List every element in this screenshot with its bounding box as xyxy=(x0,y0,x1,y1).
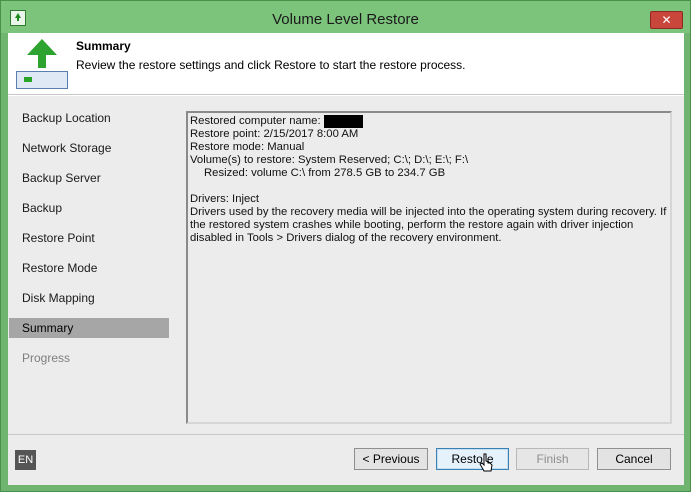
restore-volume-icon xyxy=(16,39,68,89)
step-backup-server[interactable]: Backup Server xyxy=(9,168,169,188)
computer-name-line: Restored computer name: xyxy=(190,115,668,128)
cancel-button[interactable]: Cancel xyxy=(597,448,671,470)
step-progress: Progress xyxy=(22,351,71,365)
page-title: Summary xyxy=(76,39,131,53)
restore-point-line: Restore point: 2/15/2017 8:00 AM xyxy=(190,128,359,140)
volumes-line: Volume(s) to restore: System Reserved; C… xyxy=(190,154,469,166)
step-summary[interactable]: Summary xyxy=(9,318,169,338)
resized-line: Resized: volume C:\ from 278.5 GB to 234… xyxy=(204,167,446,179)
restore-mode-line: Restore mode: Manual xyxy=(190,141,305,153)
finish-button: Finish xyxy=(516,448,589,470)
step-restore-point[interactable]: Restore Point xyxy=(9,228,169,248)
restore-button[interactable]: Restore xyxy=(436,448,509,470)
page-subtitle: Review the restore settings and click Re… xyxy=(76,58,466,72)
up-arrow-icon xyxy=(27,39,57,55)
window-title: Volume Level Restore xyxy=(272,11,419,28)
restore-window: Volume Level Restore ✕ Summary Review th… xyxy=(0,0,691,492)
step-restore-mode[interactable]: Restore Mode xyxy=(9,258,169,278)
wizard-body: Backup Location Network Storage Backup S… xyxy=(8,96,684,434)
drive-icon xyxy=(16,71,68,89)
steps-sidebar: Backup Location Network Storage Backup S… xyxy=(8,96,170,434)
language-indicator: EN xyxy=(15,450,36,470)
redacted-computer-name xyxy=(323,115,363,128)
summary-textbox[interactable]: Restored computer name: Restore point: 2… xyxy=(186,111,672,424)
step-disk-mapping[interactable]: Disk Mapping xyxy=(9,288,169,308)
mouse-cursor-icon xyxy=(479,453,493,472)
previous-button[interactable]: < Previous xyxy=(354,448,428,470)
drivers-note: Drivers used by the recovery media will … xyxy=(190,206,667,244)
dialog-client: Summary Review the restore settings and … xyxy=(8,33,684,485)
wizard-footer: EN < Previous Restore Finish Cancel xyxy=(8,434,684,485)
step-backup[interactable]: Backup xyxy=(9,198,169,218)
step-backup-location[interactable]: Backup Location xyxy=(9,108,169,128)
drivers-line: Drivers: Inject xyxy=(190,193,260,205)
title-bar[interactable]: Volume Level Restore ✕ xyxy=(1,1,690,33)
wizard-header: Summary Review the restore settings and … xyxy=(8,33,684,95)
close-button[interactable]: ✕ xyxy=(650,11,683,29)
step-network-storage[interactable]: Network Storage xyxy=(9,138,169,158)
